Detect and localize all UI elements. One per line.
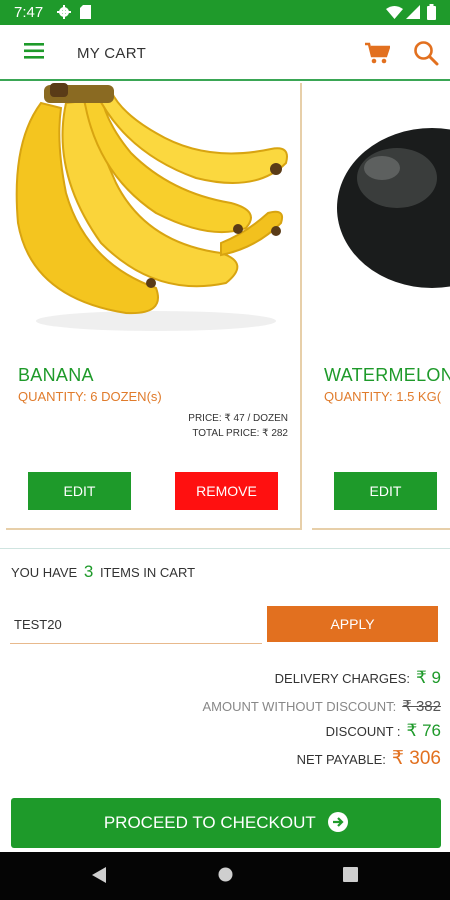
menu-icon[interactable]: [24, 42, 44, 65]
signal-icon: [406, 5, 420, 24]
proceed-to-checkout-button[interactable]: PROCEED TO CHECKOUT: [11, 798, 441, 848]
discount-value: ₹ 76: [406, 721, 441, 740]
divider: [0, 548, 450, 549]
product-card: BANANA QUANTITY: 6 DOZEN(s) PRICE: ₹ 47 …: [6, 83, 302, 530]
cart-item-count: YOU HAVE 3 ITEMS IN CART: [11, 562, 195, 582]
arrow-right-icon: [328, 811, 349, 832]
system-nav-bar: [0, 852, 450, 900]
product-card: WATERMELON QUANTITY: 1.5 KG( EDIT: [312, 83, 450, 530]
wifi-icon: [386, 6, 403, 24]
edit-button[interactable]: EDIT: [28, 472, 131, 510]
delivery-charges-row: DELIVERY CHARGES: ₹ 9: [275, 668, 441, 688]
cart-icon[interactable]: [364, 41, 391, 70]
apply-coupon-button[interactable]: APPLY: [267, 606, 438, 642]
items-count: 3: [83, 562, 94, 581]
discount-label: DISCOUNT :: [325, 724, 401, 739]
status-bar: 7:47: [0, 0, 450, 25]
product-quantity: QUANTITY: 6 DOZEN(s): [18, 389, 162, 404]
net-payable-label: NET PAYABLE:: [296, 752, 386, 767]
amount-without-discount-row: AMOUNT WITHOUT DISCOUNT: ₹ 382: [202, 697, 441, 716]
product-price-block: PRICE: ₹ 47 / DOZEN TOTAL PRICE: ₹ 282: [188, 411, 288, 441]
edit-button[interactable]: EDIT: [334, 472, 437, 510]
delivery-charges-label: DELIVERY CHARGES:: [274, 671, 410, 686]
page-title: MY CART: [77, 45, 147, 62]
amount-without-discount-label: AMOUNT WITHOUT DISCOUNT:: [202, 699, 397, 714]
items-prefix: YOU HAVE: [11, 565, 78, 580]
product-unit-price: PRICE: ₹ 47 / DOZEN: [188, 413, 288, 424]
battery-icon: [427, 4, 436, 25]
amount-without-discount-value: ₹ 382: [402, 698, 441, 715]
remove-button[interactable]: REMOVE: [175, 472, 278, 510]
coupon-input[interactable]: [10, 606, 262, 644]
product-quantity: QUANTITY: 1.5 KG(: [324, 389, 442, 404]
product-image-watermelon: [312, 83, 450, 333]
net-payable-value: ₹ 306: [391, 748, 441, 769]
product-carousel[interactable]: BANANA QUANTITY: 6 DOZEN(s) PRICE: ₹ 47 …: [0, 83, 450, 533]
product-total-price: TOTAL PRICE: ₹ 282: [192, 428, 288, 439]
delivery-charges-value: ₹ 9: [416, 668, 441, 687]
status-time: 7:47: [14, 4, 44, 21]
app-bar: MY CART: [0, 25, 450, 81]
settings-icon: [57, 5, 71, 24]
product-image-banana: [6, 83, 302, 333]
items-suffix: ITEMS IN CART: [99, 565, 196, 580]
product-name: WATERMELON: [324, 365, 450, 385]
discount-row: DISCOUNT : ₹ 76: [326, 721, 441, 741]
home-icon[interactable]: [218, 867, 233, 887]
checkout-label: PROCEED TO CHECKOUT: [103, 813, 316, 832]
sd-card-icon: [80, 5, 91, 24]
product-name: BANANA: [18, 365, 94, 385]
recents-icon[interactable]: [343, 867, 358, 887]
search-icon[interactable]: [413, 40, 439, 71]
back-icon[interactable]: [92, 867, 106, 888]
net-payable-row: NET PAYABLE: ₹ 306: [297, 747, 441, 770]
